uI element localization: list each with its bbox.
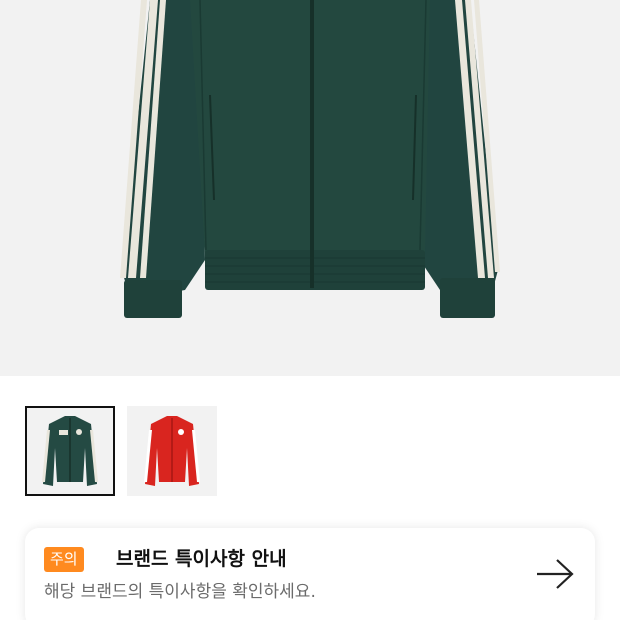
notice-title: 브랜드 특이사항 안내 bbox=[116, 548, 287, 570]
thumbnail-red-jacket[interactable] bbox=[127, 406, 217, 496]
product-page: 주의 브랜드 특이사항 안내 해당 브랜드의 특이사항을 확인하세요. bbox=[0, 0, 620, 620]
thumbnail-list bbox=[25, 406, 217, 496]
thumbnail-green-jacket[interactable] bbox=[25, 406, 115, 496]
arrow-right-icon[interactable] bbox=[535, 556, 575, 592]
red-jacket-thumb-image bbox=[144, 416, 200, 486]
notice-subtitle: 해당 브랜드의 특이사항을 확인하세요. bbox=[44, 582, 316, 602]
brand-notice-card[interactable]: 주의 브랜드 특이사항 안내 해당 브랜드의 특이사항을 확인하세요. bbox=[25, 528, 595, 620]
product-main-image[interactable] bbox=[0, 0, 620, 376]
warning-badge: 주의 bbox=[44, 547, 84, 572]
green-jacket-thumb-image bbox=[42, 416, 98, 486]
jacket-image bbox=[120, 0, 500, 318]
